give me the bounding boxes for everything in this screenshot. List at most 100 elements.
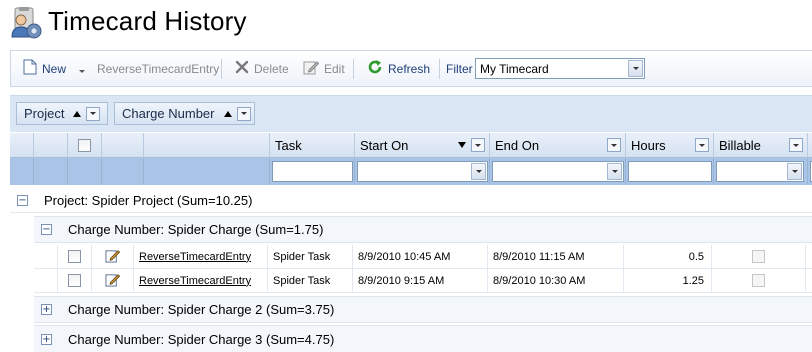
- filter-label: Filter: [446, 61, 473, 76]
- refresh-button-label: Refresh: [388, 61, 431, 76]
- select-all-checkbox[interactable]: [78, 139, 91, 152]
- table-row[interactable]: ReverseTimecardEntry Spider Task 8/9/201…: [34, 245, 812, 269]
- row-action-cell: ReverseTimecardEntry: [134, 269, 268, 292]
- filter-cell-end-on: [490, 158, 626, 185]
- row-checkbox[interactable]: [68, 274, 81, 287]
- people-gear-icon: [9, 7, 43, 39]
- row-edit-cell: [92, 245, 134, 268]
- refresh-arrow-icon: [367, 59, 383, 78]
- toolbar: New ReverseTimecardEntry Delete Edit Ref…: [10, 50, 812, 87]
- delete-button-label: Delete: [254, 61, 289, 76]
- chevron-down-icon[interactable]: [787, 163, 802, 180]
- billable-checkbox: [752, 250, 765, 263]
- toolbar-separator: [353, 59, 354, 79]
- toolbar-separator: [439, 59, 440, 79]
- charge-group-row: + Charge Number: Spider Charge 2 (Sum=3.…: [34, 296, 812, 323]
- new-button-label: New: [42, 61, 67, 76]
- new-document-icon: [23, 59, 37, 78]
- project-group-label: Project: Spider Project (Sum=10.25): [44, 193, 253, 208]
- row-checkbox[interactable]: [68, 250, 81, 263]
- edit-pencil-icon[interactable]: [105, 272, 121, 290]
- end-on-cell: 8/9/2010 11:15 AM: [488, 245, 624, 268]
- edit-button-label: Edit: [324, 61, 345, 76]
- group-indent-header: [10, 133, 34, 158]
- group-chip-label: Project: [24, 106, 65, 121]
- charge-group-label: Charge Number: Spider Charge (Sum=1.75): [68, 222, 324, 237]
- edit-button[interactable]: Edit: [303, 51, 345, 86]
- filter-cell-billable: [714, 158, 808, 185]
- project-group-row: − Project: Spider Project (Sum=10.25): [10, 189, 812, 213]
- row-select-cell: [58, 245, 92, 268]
- expand-icon[interactable]: +: [41, 304, 52, 315]
- filter-row: [10, 158, 812, 185]
- start-on-cell: 8/9/2010 9:15 AM: [353, 269, 488, 292]
- edit-pencil-icon[interactable]: [105, 248, 121, 266]
- sort-ascending-icon: [223, 110, 232, 117]
- billable-cell: [712, 245, 806, 268]
- chevron-down-icon[interactable]: [607, 138, 621, 152]
- filter-cell-empty: [10, 158, 34, 185]
- hours-filter-input[interactable]: [628, 161, 712, 182]
- charge-group-label: Charge Number: Spider Charge 3 (Sum=4.75…: [68, 331, 335, 347]
- row-edit-cell: [92, 269, 134, 292]
- row-indent-cell: [34, 245, 58, 268]
- filter-cell-task: [270, 158, 355, 185]
- filter-cell-overflow: [808, 158, 812, 185]
- reverse-timecard-entry-label: ReverseTimecardEntry: [97, 61, 220, 76]
- expand-icon[interactable]: +: [41, 333, 52, 345]
- row-indent-cell: [34, 269, 58, 292]
- filter-cell-start-on: [355, 158, 490, 185]
- column-header-start-on[interactable]: Start On: [355, 133, 490, 158]
- group-chip-charge-number[interactable]: Charge Number: [114, 102, 255, 125]
- task-cell: Spider Task: [268, 245, 353, 268]
- chevron-down-icon[interactable]: [471, 138, 485, 152]
- chevron-down-icon[interactable]: [628, 60, 643, 77]
- group-chip-label: Charge Number: [122, 106, 215, 121]
- column-header-hours[interactable]: Hours: [626, 133, 714, 158]
- billable-cell: [712, 269, 806, 292]
- group-panel: Project Charge Number: [10, 95, 812, 132]
- reverse-timecard-entry-button[interactable]: ReverseTimecardEntry: [97, 51, 219, 86]
- hours-cell: 1.25: [624, 269, 712, 292]
- collapse-icon[interactable]: −: [41, 224, 52, 235]
- page-title: Timecard History: [48, 6, 247, 36]
- delete-button[interactable]: Delete: [235, 51, 289, 86]
- filter-cell-hours: [626, 158, 714, 185]
- filter-select[interactable]: My Timecard: [475, 58, 645, 79]
- billable-filter-input[interactable]: [716, 161, 804, 182]
- billable-checkbox: [752, 274, 765, 287]
- new-button[interactable]: New: [23, 51, 86, 86]
- charge-group-row: − Charge Number: Spider Charge (Sum=1.75…: [34, 216, 812, 243]
- task-filter-input[interactable]: [272, 161, 353, 182]
- toolbar-separator: [221, 59, 222, 79]
- hours-cell: 0.5: [624, 245, 712, 268]
- chevron-down-icon[interactable]: [86, 106, 101, 121]
- action-column-header: [144, 133, 270, 158]
- filter-cell-empty: [68, 158, 102, 185]
- new-dropdown-arrow[interactable]: [79, 62, 86, 76]
- end-on-cell: 8/9/2010 10:30 AM: [488, 269, 624, 292]
- charge-group-label: Charge Number: Spider Charge 2 (Sum=3.75…: [68, 302, 335, 317]
- column-header-billable[interactable]: Billable: [714, 133, 808, 158]
- group-chip-project[interactable]: Project: [16, 102, 108, 125]
- icon-column-header: [102, 133, 144, 158]
- table-row[interactable]: ReverseTimecardEntry Spider Task 8/9/201…: [34, 269, 812, 293]
- chevron-down-icon[interactable]: [471, 163, 486, 180]
- page-header: Timecard History: [0, 0, 812, 46]
- chevron-down-icon[interactable]: [789, 138, 803, 152]
- column-header-end-on[interactable]: End On: [490, 133, 626, 158]
- reverse-timecard-entry-link[interactable]: ReverseTimecardEntry: [139, 275, 251, 287]
- chevron-down-icon[interactable]: [236, 106, 251, 121]
- row-select-cell: [58, 269, 92, 292]
- start-on-cell: 8/9/2010 10:45 AM: [353, 245, 488, 268]
- reverse-timecard-entry-link[interactable]: ReverseTimecardEntry: [139, 251, 251, 263]
- end-on-filter-input[interactable]: [492, 161, 624, 182]
- chevron-down-icon[interactable]: [607, 163, 622, 180]
- collapse-icon[interactable]: −: [17, 195, 28, 206]
- sort-ascending-icon: [73, 110, 82, 117]
- start-on-filter-input[interactable]: [357, 161, 488, 182]
- column-header-task[interactable]: Task: [270, 133, 355, 158]
- refresh-button[interactable]: Refresh: [367, 51, 430, 86]
- edit-pencil-icon: [303, 59, 320, 78]
- chevron-down-icon[interactable]: [695, 138, 709, 152]
